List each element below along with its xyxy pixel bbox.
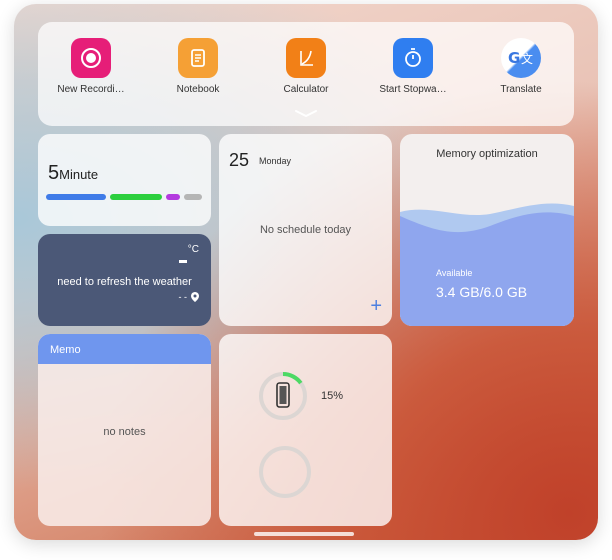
memory-size: 3.4 GB/6.0 GB [436, 284, 528, 300]
battery-percent: 15% [321, 390, 344, 402]
secondary-battery-ring [259, 446, 311, 498]
timer-widget[interactable]: 5Minute [38, 134, 211, 226]
memory-available-label: Available [436, 268, 473, 278]
app-new-recording[interactable]: New Recordi… [46, 38, 136, 95]
app-label: Notebook [176, 84, 220, 95]
record-icon [71, 38, 111, 78]
location-pin-icon [191, 292, 199, 302]
schedule-date: 25 [229, 150, 250, 170]
chevron-down-icon[interactable] [294, 108, 318, 118]
timer-segment [166, 194, 180, 200]
app-label: Translate [500, 84, 542, 95]
memory-widget[interactable]: Memory optimization Available 3.4 GB/6.0… [400, 134, 574, 326]
device-screen: New Recordi… Notebook Calculator Start S… [14, 4, 598, 540]
app-label: New Recordi… [57, 84, 125, 95]
app-label: Start Stopwa… [379, 84, 447, 95]
app-translate[interactable]: G文 Translate [476, 38, 566, 95]
temperature-unit: °C [187, 244, 199, 255]
timer-segment [184, 194, 202, 200]
app-label: Calculator [283, 84, 329, 95]
calculator-icon [286, 38, 326, 78]
stopwatch-icon [393, 38, 433, 78]
app-shortcut-bar: New Recordi… Notebook Calculator Start S… [38, 22, 574, 126]
add-schedule-button[interactable]: + [370, 295, 382, 318]
battery-widget[interactable]: 15% [219, 334, 392, 526]
temperature-value [179, 260, 187, 263]
timer-value: 5Minute [48, 162, 99, 184]
weather-message: need to refresh the weather [57, 276, 192, 288]
home-indicator[interactable] [254, 532, 354, 536]
memo-title: Memo [38, 334, 211, 364]
svg-text:文: 文 [521, 51, 533, 66]
timer-segment [46, 194, 106, 200]
app-calculator[interactable]: Calculator [261, 38, 351, 95]
notebook-icon [178, 38, 218, 78]
timer-segment [110, 194, 162, 200]
svg-text:G: G [508, 49, 520, 67]
weather-widget[interactable]: °C need to refresh the weather - - [38, 234, 211, 326]
app-stopwatch[interactable]: Start Stopwa… [368, 38, 458, 95]
translate-icon: G文 [501, 38, 541, 78]
app-notebook[interactable]: Notebook [153, 38, 243, 95]
memo-empty-text: no notes [103, 426, 146, 438]
schedule-widget[interactable]: 25 Monday No schedule today + [219, 134, 392, 326]
schedule-day: Monday [259, 156, 292, 166]
battery-ring [259, 372, 307, 420]
memory-title: Memory optimization [436, 148, 538, 160]
schedule-empty-text: No schedule today [259, 224, 352, 236]
memo-widget[interactable]: Memo no notes [38, 334, 211, 526]
weather-location: - - [179, 292, 199, 302]
